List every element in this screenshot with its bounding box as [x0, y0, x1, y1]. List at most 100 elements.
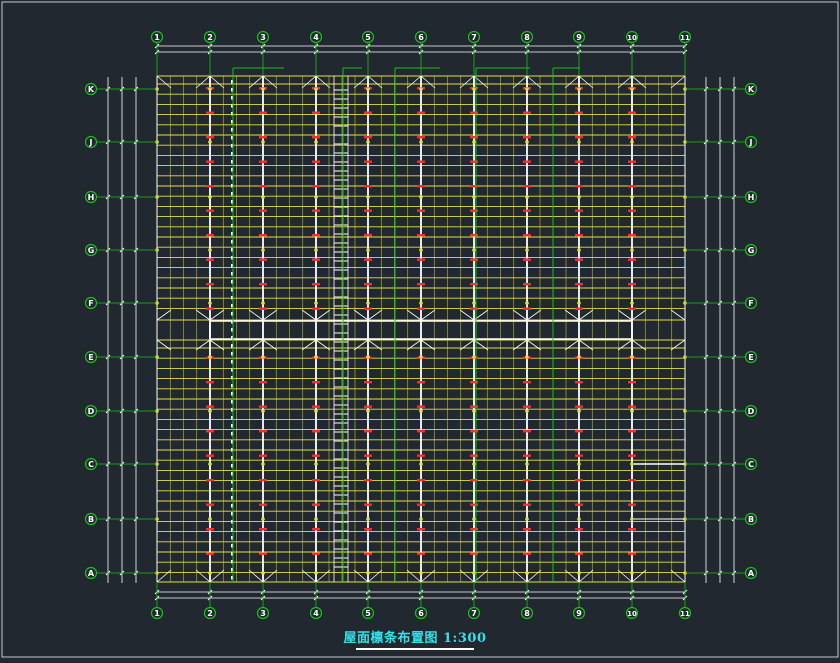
purlin-marker — [259, 185, 267, 188]
purlin-marker — [259, 283, 267, 286]
bolt-marker — [525, 355, 529, 359]
bolt-marker — [577, 195, 581, 199]
bolt-marker — [577, 355, 581, 359]
brace-line — [631, 309, 647, 321]
purlin-marker — [417, 283, 425, 286]
bolt-marker — [261, 87, 265, 91]
purlin-marker — [259, 405, 267, 408]
purlin-marker — [628, 185, 636, 188]
bolt-marker — [261, 517, 265, 521]
bolt-marker — [577, 571, 581, 575]
drawing-title: 屋面檩条布置图 1:300 — [343, 631, 487, 646]
purlin-marker — [312, 307, 320, 310]
purlin-marker — [470, 283, 478, 286]
bolt-marker — [261, 195, 265, 199]
bolt-marker — [261, 409, 265, 413]
column-axis-label: 1 — [154, 609, 160, 618]
bolt-marker — [314, 248, 318, 252]
drawing-frame — [1, 1, 839, 658]
brace-line — [262, 569, 278, 583]
purlin-marker — [312, 283, 320, 286]
purlin-marker — [523, 209, 531, 212]
purlin-marker — [417, 430, 425, 433]
purlin-marker — [417, 503, 425, 506]
bolt-marker — [419, 571, 423, 575]
purlin-marker — [206, 479, 214, 482]
brace-line — [459, 569, 475, 583]
purlin-marker — [206, 258, 214, 261]
purlin-marker — [206, 185, 214, 188]
row-axis-label: C — [88, 460, 94, 469]
purlin-marker — [312, 381, 320, 384]
title-underline — [356, 648, 474, 650]
brace-line — [301, 309, 317, 321]
purlin-marker — [417, 552, 425, 555]
bolt-marker — [366, 248, 370, 252]
purlin-marker — [575, 552, 583, 555]
purlin-marker — [417, 528, 425, 531]
brace-line — [156, 569, 172, 583]
bolt-marker — [525, 571, 529, 575]
brace-line — [195, 339, 211, 351]
purlin-marker — [470, 209, 478, 212]
purlin-marker — [364, 234, 372, 237]
bolt-marker — [261, 571, 265, 575]
brace-line — [564, 339, 580, 351]
bolt-marker — [261, 462, 265, 466]
brace-line — [301, 75, 317, 89]
brace-line — [301, 569, 317, 583]
brace-line — [459, 75, 475, 89]
purlin-marker — [259, 136, 267, 139]
brace-line — [406, 75, 422, 89]
bolt-marker — [314, 87, 318, 91]
row-axis-label: A — [748, 569, 755, 578]
brace-line — [512, 309, 528, 321]
brace-line — [156, 309, 172, 321]
purlin-marker — [364, 528, 372, 531]
brace-line — [670, 75, 686, 89]
purlin-marker — [364, 258, 372, 261]
purlin-marker — [470, 454, 478, 457]
bolt-marker — [630, 140, 634, 144]
bolt-marker — [630, 462, 634, 466]
purlin-marker — [575, 381, 583, 384]
column-axis-label: 5 — [365, 609, 371, 618]
brace-line — [564, 75, 580, 89]
bolt-marker — [366, 409, 370, 413]
bolt-marker — [419, 140, 423, 144]
column-axis-label: 11 — [680, 34, 690, 42]
purlin-marker — [364, 405, 372, 408]
purlin-marker — [364, 381, 372, 384]
purlin-marker — [312, 136, 320, 139]
purlin-marker — [364, 160, 372, 163]
brace-line — [195, 309, 211, 321]
bolt-marker — [577, 301, 581, 305]
brace-line — [301, 339, 317, 351]
purlin-marker — [523, 528, 531, 531]
purlin-marker — [575, 209, 583, 212]
purlin-marker — [575, 479, 583, 482]
purlin-marker — [575, 503, 583, 506]
purlin-marker — [575, 136, 583, 139]
purlin-marker — [470, 381, 478, 384]
brace-line — [512, 339, 528, 351]
bolt-marker — [630, 409, 634, 413]
brace-line — [631, 569, 647, 583]
brace-line — [367, 569, 383, 583]
purlin-marker — [206, 234, 214, 237]
purlin-marker — [206, 381, 214, 384]
purlin-marker — [470, 405, 478, 408]
bolt-marker — [472, 462, 476, 466]
purlin-marker — [312, 454, 320, 457]
bolt-marker — [472, 248, 476, 252]
bolt-marker — [261, 248, 265, 252]
bolt-marker — [472, 409, 476, 413]
bolt-marker — [366, 571, 370, 575]
purlin-marker — [364, 430, 372, 433]
purlin-marker — [259, 209, 267, 212]
column-axis-label: 9 — [576, 609, 582, 618]
purlin-marker — [523, 405, 531, 408]
purlin-marker — [628, 136, 636, 139]
purlin-marker — [575, 528, 583, 531]
brace-line — [262, 309, 278, 321]
